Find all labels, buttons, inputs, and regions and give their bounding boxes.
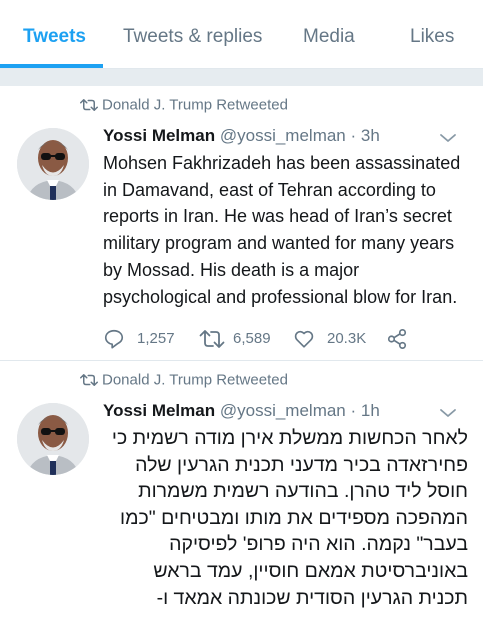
retweeted-by-label: Donald J. Trump Retweeted [102,96,288,114]
tab-tweets[interactable]: Tweets [23,26,86,48]
profile-tabs: Tweets Tweets & replies Media Likes [0,0,483,70]
tweet-time: · 1h [350,401,380,420]
tweet-text-line: פחירזאדה בכיר מדעני תכנית הגרעין שלה [135,453,468,476]
tweet-text-line: לאחר הכחשות ממשלת אירן מודה רשמית כי [111,427,468,449]
chevron-down-icon[interactable] [439,132,457,144]
author-handle[interactable]: @yossi_melman [220,401,346,420]
tweet-text-line: באוניברסיטת אמאם חוסיין, עמד בראש [153,559,468,582]
retweet-context: Donald J. Trump Retweeted [80,96,288,118]
retweet-icon [80,98,98,111]
reply-icon [104,329,124,349]
like-count: 20.3K [327,330,367,347]
tweet-header: Yossi Melman @yossi_melman · 3h [103,126,380,146]
retweet-count: 6,589 [233,330,271,347]
tab-media[interactable]: Media [303,26,355,48]
tweet-text-line: reports in Iran. He was head of Iran’s s… [103,206,452,227]
retweeted-by-label: Donald J. Trump Retweeted [102,371,288,389]
heart-icon [294,330,314,348]
tweet-text-line: תכנית הגרעין הסודית שכונתה אמאד ו- [156,586,468,609]
avatar[interactable] [17,403,89,475]
chevron-down-icon[interactable] [439,407,457,419]
tweet[interactable]: Donald J. Trump Retweeted Yossi Melman @… [0,87,483,360]
tab-likes[interactable]: Likes [410,26,454,48]
tweet-text: לאחר הכחשות ממשלת אירן מודה רשמית כי פחי… [96,425,468,611]
tab-tweets-and-replies[interactable]: Tweets & replies [123,26,262,48]
retweet-icon [199,330,225,348]
tweet-text: Mohsen Fakhrizadeh has been assassinated… [103,150,465,310]
share-icon [387,329,407,349]
tweet-text-line: psychological and professional blow for … [103,286,458,307]
tweet[interactable]: Donald J. Trump Retweeted Yossi Melman @… [0,361,483,617]
tweet-text-line: חוסל ליד טהרן. בהודעה רשמית משמרות [138,480,468,503]
avatar-photo [17,128,89,200]
tweet-text-line: by Mossad. His death is a major [103,259,360,280]
tweet-text-line: in Damavand, east of Tehran according to [103,179,436,200]
section-gap [0,69,483,86]
author-name[interactable]: Yossi Melman [103,126,215,145]
author-handle[interactable]: @yossi_melman [220,126,346,145]
tweet-text-line: המהפכה מספידים את מותו ומבטיחים "כמו [120,506,468,529]
reply-count: 1,257 [137,330,175,347]
author-name[interactable]: Yossi Melman [103,401,215,420]
avatar-photo [17,403,89,475]
tweet-header: Yossi Melman @yossi_melman · 1h [103,401,380,421]
tweet-time: · 3h [350,126,380,145]
retweet-icon [80,373,98,386]
tweet-text-line: בעבר" נקמה. הוא היה פרופ' לפיסיקה [169,533,468,556]
tweet-text-line: Mohsen Fakhrizadeh has been assassinated [103,153,461,173]
tweet-text-line: military program and wanted for many yea… [103,233,455,254]
retweet-context: Donald J. Trump Retweeted [80,371,288,393]
avatar[interactable] [17,128,89,200]
